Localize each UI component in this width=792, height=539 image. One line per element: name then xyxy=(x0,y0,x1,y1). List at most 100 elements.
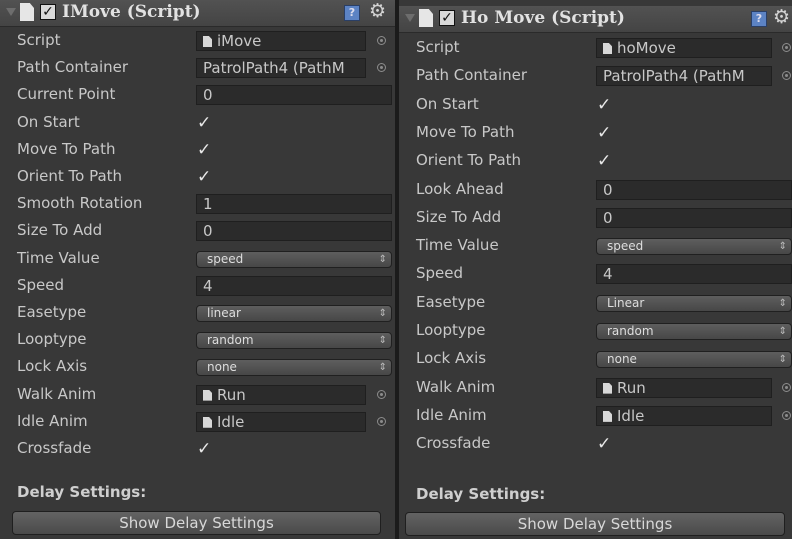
on-start-checkbox[interactable]: ✓ xyxy=(197,114,213,131)
property-label: On Start xyxy=(416,94,479,113)
time-value-dropdown[interactable]: speed ⇕ xyxy=(196,250,392,268)
component-header: ✓ IMove (Script) ? ⚙ xyxy=(0,0,395,27)
dropdown-arrows-icon: ⇕ xyxy=(778,354,787,366)
property-label: Lock Axis xyxy=(17,357,88,376)
property-row-look-ahead: Look Ahead 0 xyxy=(399,177,792,204)
property-row-time-value: Time Value speed ⇕ xyxy=(0,246,395,273)
looptype-dropdown[interactable]: random ⇕ xyxy=(596,323,792,340)
orient-to-path-checkbox[interactable]: ✓ xyxy=(197,169,213,186)
script-file-icon xyxy=(203,36,212,47)
speed-field[interactable]: 4 xyxy=(596,264,792,285)
inspector-panel-homove: ✓ Ho Move (Script) ? ⚙ Script hoMove Path … xyxy=(399,0,792,539)
smooth-rotation-field[interactable]: 1 xyxy=(196,194,392,215)
size-to-add-field[interactable]: 0 xyxy=(596,207,792,228)
property-label: Walk Anim xyxy=(416,377,496,396)
object-picker-icon[interactable] xyxy=(377,416,386,426)
property-row-move-to-path: Move To Path ✓ xyxy=(0,137,395,164)
property-row-smooth-rotation: Smooth Rotation 1 xyxy=(0,191,395,218)
script-object-field[interactable]: hoMove xyxy=(596,38,772,58)
look-ahead-field[interactable]: 0 xyxy=(596,179,792,200)
dropdown-arrows-icon: ⇕ xyxy=(778,326,787,337)
idle-anim-object-field[interactable]: Idle xyxy=(596,405,772,426)
lock-axis-dropdown[interactable]: none ⇕ xyxy=(596,351,792,369)
dropdown-value: speed xyxy=(607,239,644,254)
dropdown-value: random xyxy=(607,324,654,338)
property-label: Easetype xyxy=(17,303,87,321)
property-label: Move To Path xyxy=(416,122,515,141)
size-to-add-field[interactable]: 0 xyxy=(196,221,392,242)
property-row-script: Script hoMove xyxy=(399,35,792,62)
property-label: Easetype xyxy=(416,292,486,311)
foldout-triangle-icon[interactable] xyxy=(6,8,16,16)
dropdown-value: none xyxy=(607,352,637,367)
dropdown-arrows-icon: ⇕ xyxy=(378,335,387,347)
property-row-easetype: Easetype linear ⇕ xyxy=(0,300,395,327)
component-enabled-checkbox[interactable]: ✓ xyxy=(40,4,56,20)
object-picker-icon[interactable] xyxy=(782,410,791,420)
property-row-speed: Speed 4 xyxy=(0,273,395,300)
script-object-field[interactable]: iMove xyxy=(196,31,366,51)
show-delay-settings-button[interactable]: Show Delay Settings xyxy=(405,512,785,536)
looptype-dropdown[interactable]: random ⇕ xyxy=(196,332,392,350)
property-row-path-container: Path Container PatrolPath4 (PathM xyxy=(0,55,395,82)
script-file-icon xyxy=(603,43,612,54)
help-book-icon[interactable]: ? xyxy=(344,5,360,21)
move-to-path-checkbox[interactable]: ✓ xyxy=(197,141,213,158)
property-row-script: Script iMove xyxy=(0,28,395,55)
crossfade-checkbox[interactable]: ✓ xyxy=(197,441,213,458)
walk-anim-object-field[interactable]: Run xyxy=(596,377,772,398)
component-enabled-checkbox[interactable]: ✓ xyxy=(439,10,455,26)
idle-anim-object-field[interactable]: Idle xyxy=(196,411,366,432)
easetype-dropdown[interactable]: Linear ⇕ xyxy=(596,294,792,312)
property-row-looptype: Looptype random ⇕ xyxy=(0,327,395,354)
object-picker-icon[interactable] xyxy=(782,43,791,52)
dropdown-arrows-icon: ⇕ xyxy=(378,362,387,374)
show-delay-settings-button[interactable]: Show Delay Settings xyxy=(12,511,381,535)
path-container-field[interactable]: PatrolPath4 (PathM xyxy=(196,58,366,79)
dropdown-value: Linear xyxy=(607,295,645,310)
crossfade-checkbox[interactable]: ✓ xyxy=(597,436,613,453)
object-picker-icon[interactable] xyxy=(377,36,386,45)
property-label: Script xyxy=(416,38,460,56)
property-row-time-value: Time Value speed ⇕ xyxy=(399,233,792,260)
component-header: ✓ Ho Move (Script) ? ⚙ xyxy=(399,6,792,33)
object-picker-icon[interactable] xyxy=(377,63,386,73)
path-container-field[interactable]: PatrolPath4 (PathM xyxy=(596,66,772,87)
object-name: Run xyxy=(617,378,646,397)
walk-anim-object-field[interactable]: Run xyxy=(196,384,366,405)
property-label: Orient To Path xyxy=(17,167,123,185)
property-label: Idle Anim xyxy=(17,411,88,430)
foldout-triangle-icon[interactable] xyxy=(405,14,415,22)
property-row-looptype: Looptype random ⇕ xyxy=(399,318,792,345)
property-row-orient-to-path: Orient To Path ✓ xyxy=(399,148,792,175)
property-label: Crossfade xyxy=(416,434,491,453)
object-name: hoMove xyxy=(617,39,676,57)
orient-to-path-checkbox[interactable]: ✓ xyxy=(597,153,613,170)
object-picker-icon[interactable] xyxy=(782,71,791,81)
on-start-checkbox[interactable]: ✓ xyxy=(597,96,613,113)
property-label: Look Ahead xyxy=(416,179,504,198)
property-label: Orient To Path xyxy=(416,151,522,170)
dropdown-arrows-icon: ⇕ xyxy=(778,241,787,253)
object-picker-icon[interactable] xyxy=(782,382,791,392)
component-title: IMove (Script) xyxy=(62,2,201,22)
time-value-dropdown[interactable]: speed ⇕ xyxy=(596,238,792,256)
object-picker-icon[interactable] xyxy=(377,389,386,399)
speed-field[interactable]: 4 xyxy=(196,275,392,296)
dropdown-value: speed xyxy=(207,251,244,266)
help-book-icon[interactable]: ? xyxy=(751,11,767,27)
gear-icon[interactable]: ⚙ xyxy=(773,6,790,28)
easetype-dropdown[interactable]: linear ⇕ xyxy=(196,305,392,322)
dropdown-value: none xyxy=(207,360,237,375)
move-to-path-checkbox[interactable]: ✓ xyxy=(597,124,613,141)
section-label-delay-settings: Delay Settings: xyxy=(416,485,546,503)
property-row-on-start: On Start ✓ xyxy=(399,92,792,119)
dropdown-arrows-icon: ⇕ xyxy=(378,253,387,265)
property-label: Path Container xyxy=(17,58,129,77)
property-row-easetype: Easetype Linear ⇕ xyxy=(399,290,792,317)
lock-axis-dropdown[interactable]: none ⇕ xyxy=(196,359,392,377)
script-file-icon xyxy=(603,382,612,394)
current-point-field[interactable]: 0 xyxy=(196,85,392,106)
script-file-icon xyxy=(203,389,212,401)
gear-icon[interactable]: ⚙ xyxy=(369,0,386,22)
